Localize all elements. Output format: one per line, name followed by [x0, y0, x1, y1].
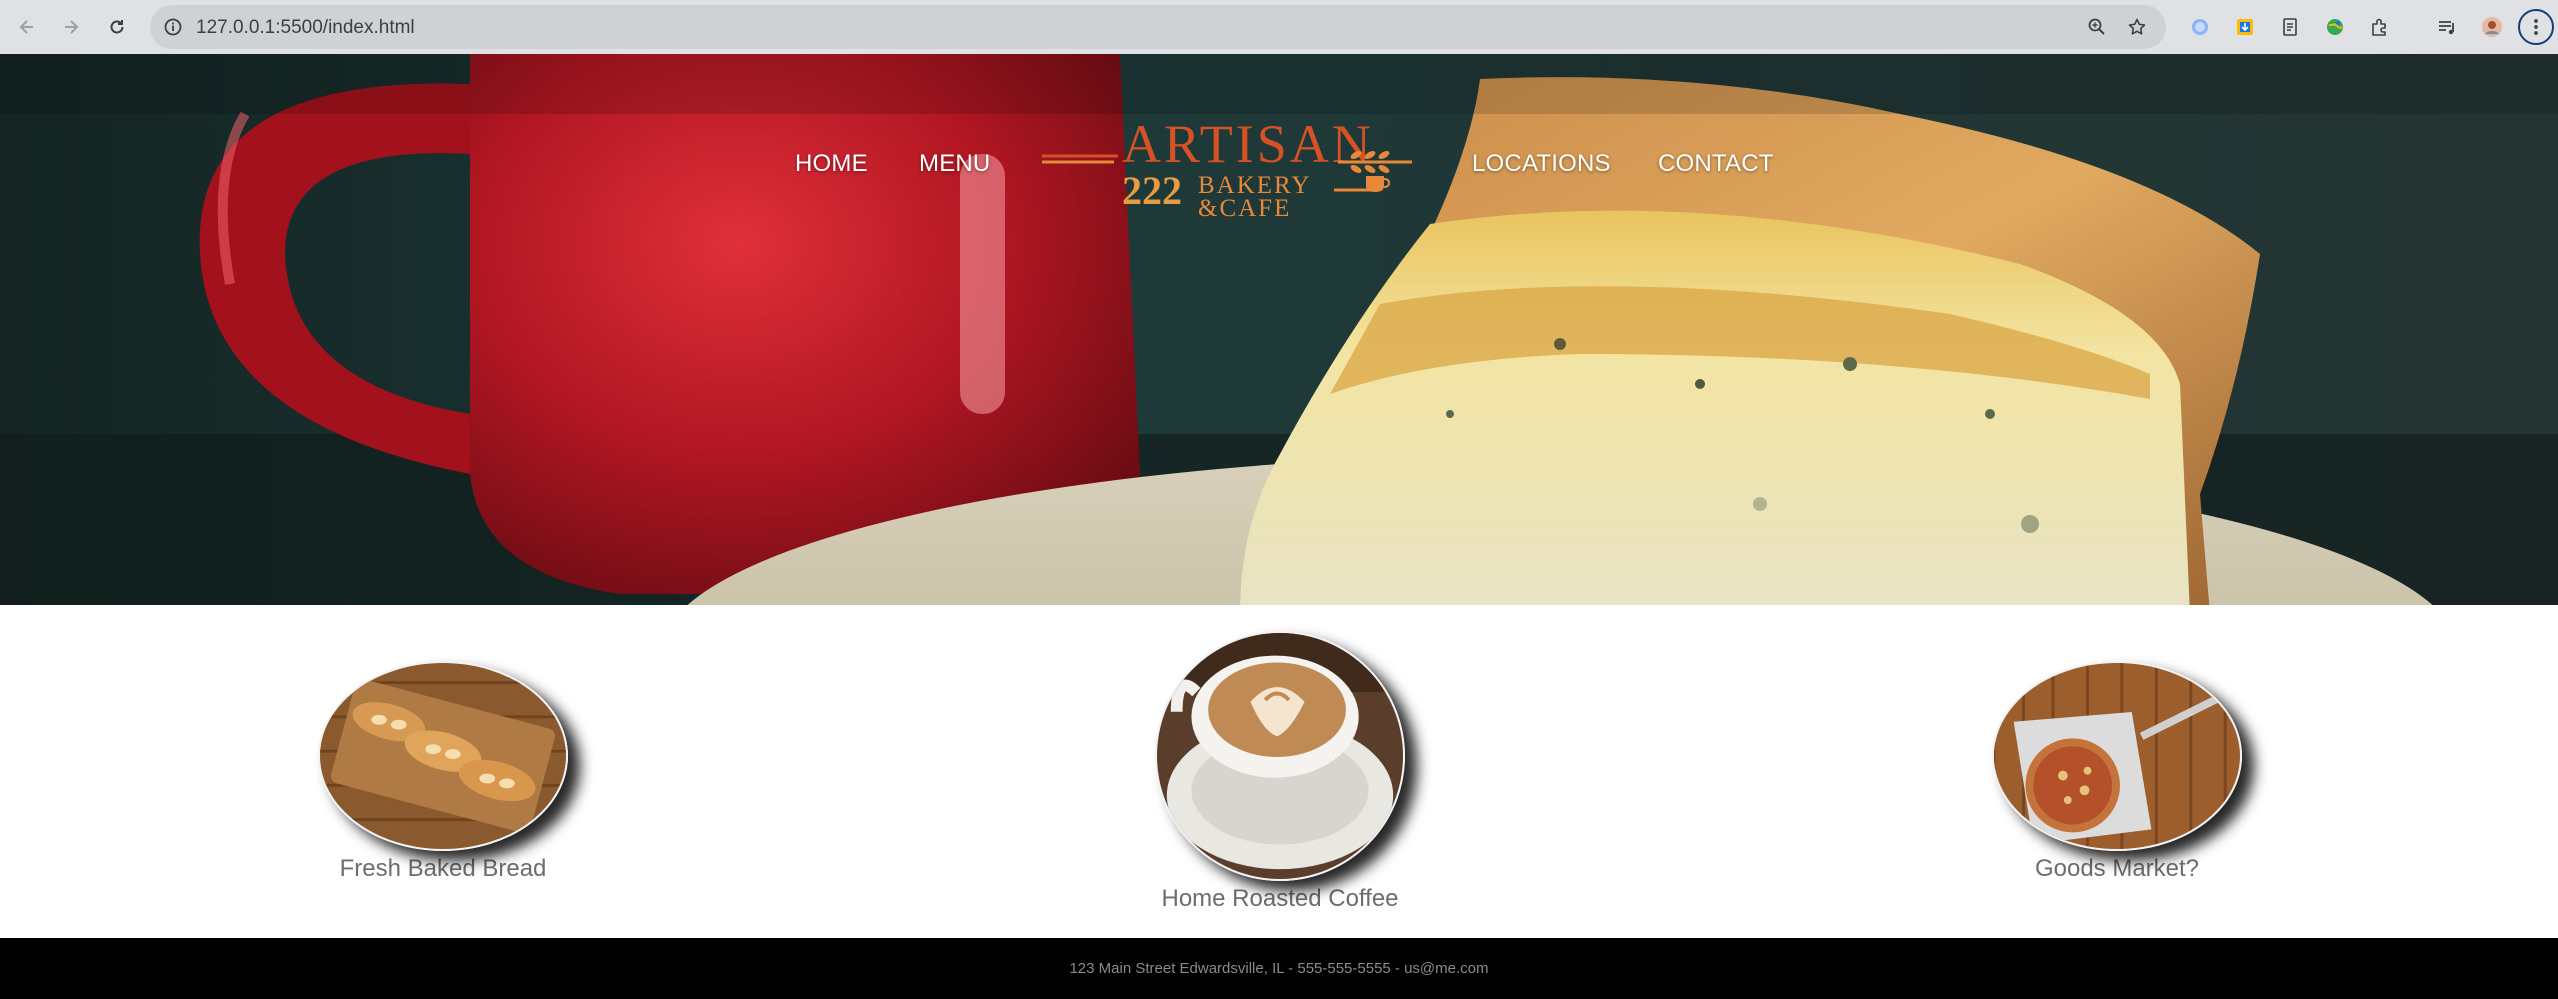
media-queue-icon[interactable]: [2432, 12, 2462, 42]
avatar-icon[interactable]: [2477, 12, 2507, 42]
feature-card-bread[interactable]: Fresh Baked Bread: [318, 661, 568, 883]
feature-image-bread: [318, 661, 568, 851]
logo-number-text: 222: [1122, 168, 1182, 213]
feature-caption-bread: Fresh Baked Bread: [339, 855, 547, 882]
download-extension-icon[interactable]: [2230, 12, 2260, 42]
profile-circle-icon[interactable]: [2185, 12, 2215, 42]
site-info-icon[interactable]: [160, 14, 186, 40]
puzzle-extensions-icon[interactable]: [2365, 12, 2395, 42]
kebab-menu-button[interactable]: [2518, 9, 2554, 45]
globe-extension-icon[interactable]: [2320, 12, 2350, 42]
document-extension-icon[interactable]: [2275, 12, 2305, 42]
forward-icon: [65, 20, 79, 34]
feature-card-market[interactable]: Goods Market?: [1992, 661, 2242, 883]
feature-card-coffee[interactable]: Home Roasted Coffee: [1155, 631, 1405, 913]
reload-icon: [110, 20, 124, 34]
browser-toolbar: 127.0.0.1:5500/index.html: [0, 0, 2558, 54]
feature-caption-coffee: Home Roasted Coffee: [1161, 885, 1399, 912]
bookmark-star-icon[interactable]: [2124, 14, 2150, 40]
forward-button[interactable]: [54, 10, 88, 44]
footer-contact-text: 123 Main Street Edwardsville, IL - 555-5…: [1069, 960, 1489, 977]
kebab-menu-icon: [2534, 19, 2538, 35]
coffee-cup-icon: [1334, 176, 1391, 192]
feature-image-market: [1992, 661, 2242, 851]
site-footer: 123 Main Street Edwardsville, IL - 555-5…: [0, 938, 2558, 999]
nav-home-link[interactable]: HOME: [795, 150, 868, 178]
nav-locations-link[interactable]: LOCATIONS: [1472, 150, 1611, 178]
nav-contact-link[interactable]: CONTACT: [1658, 150, 1774, 178]
nav-menu-link[interactable]: MENU: [919, 150, 990, 178]
address-bar[interactable]: 127.0.0.1:5500/index.html: [150, 5, 2166, 49]
artisan-bakery-logo[interactable]: ARTISAN 222 BAKERY &CAFE: [1038, 112, 1418, 222]
zoom-icon[interactable]: [2084, 14, 2110, 40]
hero-banner: HOME MENU LOCATIONS CONTACT ARTISAN 222 …: [0, 54, 2558, 605]
back-button[interactable]: [10, 10, 44, 44]
feature-caption-market: Goods Market?: [2034, 855, 2200, 882]
logo-artisan-text: ARTISAN: [1122, 114, 1374, 174]
logo-cafe-text: &CAFE: [1198, 195, 1291, 222]
back-icon: [19, 20, 33, 34]
url-text[interactable]: 127.0.0.1:5500/index.html: [196, 17, 415, 39]
feature-image-coffee: [1155, 631, 1405, 881]
reload-button[interactable]: [100, 10, 134, 44]
features-section: Fresh Baked Bread Home Roasted Coffee Go…: [0, 605, 2558, 938]
